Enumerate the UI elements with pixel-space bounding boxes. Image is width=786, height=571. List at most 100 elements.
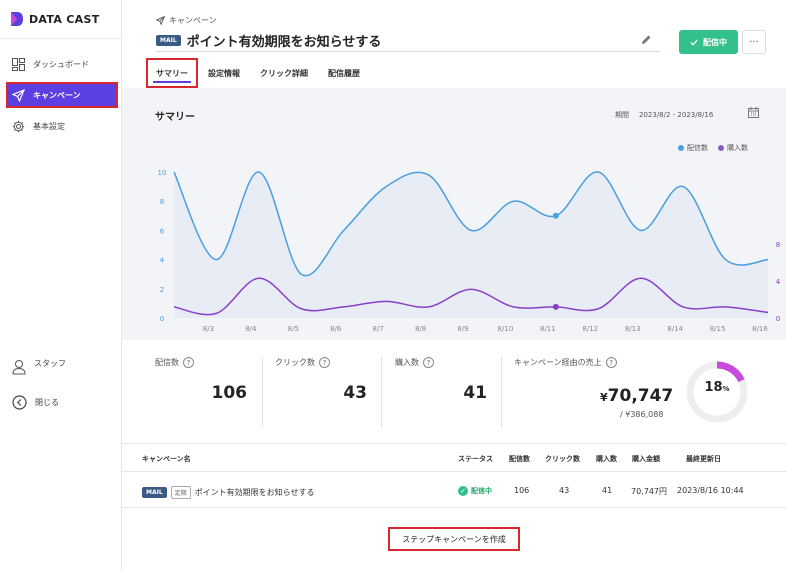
stat-divider	[501, 357, 502, 427]
logo[interactable]: DATA CAST	[10, 10, 100, 28]
legend-item-sent: 配信数	[678, 143, 708, 153]
help-icon[interactable]: ?	[605, 357, 617, 368]
summary-panel: 0 2 4 6 8 10 0 4 8 8/3 8/4 8/5 8/6 8/7 8/8 8/9 8/10 8/11 8…	[122, 88, 786, 340]
legend-label: 配信数	[687, 144, 708, 152]
calendar-icon[interactable]	[748, 107, 759, 118]
mail-badge: MAIL	[142, 487, 167, 498]
x-tick: 8/13	[625, 325, 641, 333]
x-tick: 8/14	[667, 325, 683, 333]
help-icon[interactable]: ?	[423, 357, 434, 368]
col-header-amount: 購入金額	[632, 455, 660, 463]
legend-dot	[718, 145, 724, 151]
col-header-sent: 配信数	[509, 455, 530, 463]
y-tick-left: 0	[160, 315, 164, 323]
row-purchases: 41	[602, 486, 613, 495]
status-button[interactable]: 配信中	[679, 30, 738, 54]
col-header-clicks: クリック数	[545, 455, 580, 463]
stat-divider	[381, 357, 382, 427]
tab-bar: サマリー 設定情報 クリック詳細 配信履歴	[146, 58, 372, 88]
row-status: ✓ 配信中	[458, 486, 492, 496]
chevron-left-circle-icon	[12, 395, 27, 410]
send-icon	[156, 16, 165, 25]
sales-value: ¥70,747	[600, 386, 673, 406]
sidebar-close-button[interactable]: 閉じる	[8, 395, 116, 410]
sales-currency: ¥	[600, 391, 608, 404]
sidebar-item-label: スタッフ	[34, 358, 66, 368]
more-options-button[interactable]: ···	[742, 30, 766, 54]
table-bottom-divider	[122, 507, 786, 508]
highlight-point-purchases	[552, 303, 559, 310]
stat-label: キャンペーン経由の売上?	[514, 357, 674, 368]
tab-summary[interactable]: サマリー	[146, 58, 198, 88]
table-header-divider	[122, 471, 786, 472]
page-title: ポイント有効期限をお知らせする	[186, 35, 382, 50]
legend-dot	[678, 145, 684, 151]
pencil-icon[interactable]	[641, 34, 652, 45]
campaign-name[interactable]: ポイント有効期限をお知らせする	[195, 487, 315, 498]
tab-click-details[interactable]: クリック詳細	[252, 60, 316, 86]
sales-ratio-number: 18	[704, 380, 723, 395]
y-tick-right: 8	[776, 241, 780, 249]
x-tick: 8/12	[582, 325, 598, 333]
period-selector[interactable]: 期間 2023/8/2 - 2023/8/16	[615, 110, 713, 120]
help-icon[interactable]: ?	[183, 357, 194, 368]
sidebar-item-settings[interactable]: 基本設定	[8, 115, 116, 137]
sales-amount: 70,747	[607, 386, 674, 406]
x-tick: 8/16	[752, 325, 768, 333]
sidebar: DATA CAST ダッシュボード キャンペーン 基本設定 スタッフ 閉じる	[0, 0, 122, 571]
highlight-point-sent	[552, 212, 559, 219]
title-underline	[156, 51, 660, 52]
period-label: 期間	[615, 111, 629, 119]
app: DATA CAST ダッシュボード キャンペーン 基本設定 スタッフ 閉じる キ…	[0, 0, 786, 571]
x-tick: 8/10	[498, 325, 514, 333]
row-sent: 106	[514, 486, 530, 495]
stat-label: 購入数?	[395, 357, 487, 368]
x-tick: 8/5	[288, 325, 299, 333]
chart-legend: 配信数 購入数	[678, 143, 748, 153]
x-tick: 8/15	[710, 325, 726, 333]
sidebar-item-dashboard[interactable]: ダッシュボード	[8, 53, 116, 75]
stat-label-text: キャンペーン経由の売上	[514, 358, 602, 367]
datacast-logo-icon	[11, 12, 23, 26]
create-step-campaign-button[interactable]: ステップキャンペーンを作成	[388, 527, 520, 551]
sidebar-item-label: 閉じる	[35, 398, 59, 407]
row-updated: 2023/8/16 10:44	[677, 486, 744, 495]
x-tick: 8/3	[203, 325, 214, 333]
y-tick-left: 10	[158, 169, 167, 177]
stat-value: 41	[463, 383, 487, 403]
x-tick: 8/9	[457, 325, 468, 333]
series-area-sent	[174, 171, 768, 318]
stat-label-text: 購入数	[395, 358, 419, 367]
sales-ratio-unit: %	[722, 385, 730, 393]
row-clicks: 43	[559, 486, 570, 495]
sidebar-item-staff[interactable]: スタッフ	[8, 359, 116, 375]
sidebar-item-campaign[interactable]: キャンペーン	[6, 82, 118, 108]
summary-title: サマリー	[155, 112, 195, 123]
stat-value: 106	[211, 383, 248, 403]
y-tick-right: 0	[776, 315, 780, 323]
tab-delivery-history[interactable]: 配信履歴	[320, 60, 368, 86]
stat-purchases: 購入数? 41	[395, 357, 487, 427]
col-header-updated: 最終更新日	[686, 455, 721, 463]
y-tick-left: 6	[160, 227, 165, 235]
breadcrumb[interactable]: キャンペーン	[156, 15, 217, 26]
x-tick: 8/4	[245, 325, 257, 333]
row-name-cell: MAIL 定期 ポイント有効期限をお知らせする	[142, 486, 315, 499]
y-tick-right: 4	[776, 278, 781, 286]
col-header-status: ステータス	[458, 455, 493, 463]
y-tick-left: 8	[160, 198, 164, 206]
sidebar-item-label: ダッシュボード	[33, 59, 89, 69]
gear-icon	[12, 120, 25, 132]
x-tick: 8/7	[373, 325, 384, 333]
send-icon	[12, 88, 25, 102]
stat-divider	[262, 357, 263, 427]
help-icon[interactable]: ?	[319, 357, 330, 368]
sales-total: / ¥386,088	[620, 410, 664, 419]
stat-value: 43	[343, 383, 367, 403]
tab-settings-info[interactable]: 設定情報	[200, 60, 248, 86]
logo-text: DATA CAST	[29, 12, 100, 26]
x-tick: 8/6	[330, 325, 342, 333]
stat-label: クリック数?	[275, 357, 367, 368]
status-label: 配信中	[471, 487, 492, 495]
sidebar-divider	[0, 38, 121, 39]
